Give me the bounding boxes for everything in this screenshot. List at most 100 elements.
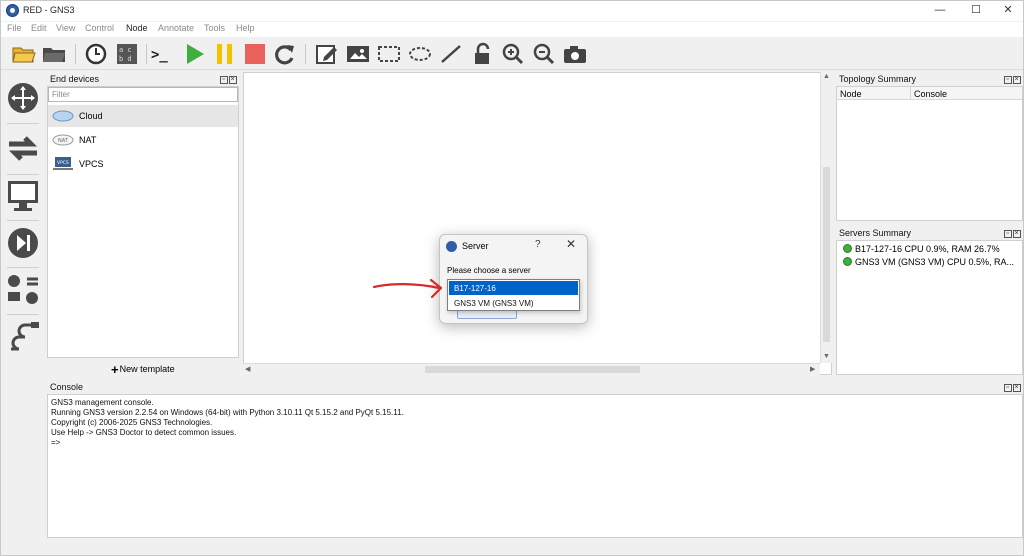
start-icon[interactable] — [182, 42, 208, 66]
router-icon[interactable] — [5, 79, 41, 117]
canvas-vertical-scrollbar[interactable]: ▲ ▼ — [820, 72, 832, 363]
end-devices-header: End devices ▫ × — [47, 73, 239, 86]
servers-summary-title: Servers Summary — [839, 228, 912, 238]
zoom-in-icon[interactable] — [500, 42, 526, 66]
topology-summary-panel: Node Console — [836, 86, 1023, 221]
link-icon[interactable] — [5, 319, 41, 357]
rectangle-icon[interactable] — [376, 42, 402, 66]
pause-icon[interactable] — [212, 42, 238, 66]
svg-text:b d: b d — [119, 55, 132, 63]
menu-annotate[interactable]: Annotate — [158, 23, 194, 33]
menu-help[interactable]: Help — [236, 23, 255, 33]
filter-input[interactable]: Filter — [48, 87, 238, 102]
dialog-title: Server — [462, 241, 489, 251]
gns3-window: RED - GNS3 — ☐ ✕ File Edit View Control … — [0, 0, 1024, 556]
close-panel-icon[interactable]: × — [1013, 230, 1021, 238]
annotation-arrow-icon — [372, 278, 443, 299]
stop-icon[interactable] — [242, 42, 268, 66]
server-option-gns3vm[interactable]: GNS3 VM (GNS3 VM) — [449, 296, 578, 310]
camera-icon[interactable] — [562, 42, 588, 66]
end-devices-panel: Filter Cloud NAT NAT VPCS VPCS — [47, 86, 239, 358]
float-icon[interactable]: ▫ — [220, 76, 228, 84]
help-button[interactable]: ? — [535, 239, 541, 250]
device-label: NAT — [79, 135, 97, 145]
image-icon[interactable] — [345, 42, 371, 66]
note-icon[interactable] — [314, 42, 340, 66]
device-label: Cloud — [79, 111, 103, 121]
end-device-icon[interactable] — [5, 177, 41, 215]
device-item-cloud[interactable]: Cloud — [48, 105, 238, 127]
console-prompt[interactable]: => — [51, 438, 1019, 448]
server-row[interactable]: GNS3 VM (GNS3 VM) CPU 0.5%, RA... — [843, 257, 1014, 267]
server-status-icon — [843, 257, 852, 266]
console-line: Running GNS3 version 2.2.54 on Windows (… — [51, 408, 404, 417]
cloud-icon — [52, 110, 74, 122]
menu-view[interactable]: View — [56, 23, 75, 33]
nat-icon: NAT — [52, 134, 74, 146]
server-option-b17[interactable]: B17-127-16 — [449, 281, 578, 295]
vpcs-icon: VPCS — [53, 157, 73, 170]
console-line: Copyright (c) 2006-2025 GNS3 Technologie… — [51, 418, 213, 427]
float-icon[interactable]: ▫ — [1004, 76, 1012, 84]
title-bar: RED - GNS3 — ☐ ✕ — [1, 1, 1023, 21]
svg-text:>_: >_ — [151, 47, 168, 63]
topology-columns: Node Console — [837, 87, 1022, 100]
snapshot-grid-icon[interactable]: a cb d — [114, 42, 140, 66]
topology-summary-title: Topology Summary — [839, 74, 917, 84]
float-icon[interactable]: ▫ — [1004, 384, 1012, 392]
menu-bar: File Edit View Control Node Annotate Too… — [1, 22, 1023, 37]
menu-edit[interactable]: Edit — [31, 23, 47, 33]
ellipse-icon[interactable] — [407, 42, 433, 66]
topology-canvas[interactable] — [243, 72, 832, 375]
line-icon[interactable] — [438, 42, 464, 66]
gns3-logo-icon — [6, 4, 19, 17]
svg-text:NAT: NAT — [58, 138, 69, 144]
window-title: RED - GNS3 — [23, 5, 75, 15]
svg-text:a c: a c — [119, 46, 132, 54]
folder-icon[interactable] — [41, 42, 67, 66]
canvas-horizontal-scrollbar[interactable]: ◀ ▶ — [243, 363, 820, 375]
menu-file[interactable]: File — [7, 23, 22, 33]
dialog-prompt: Please choose a server — [447, 266, 531, 275]
console-title: Console — [50, 382, 84, 392]
close-panel-icon[interactable]: × — [1013, 384, 1021, 392]
menu-node[interactable]: Node — [126, 23, 148, 33]
server-status-icon — [843, 244, 852, 253]
console-output[interactable]: GNS3 management console. Running GNS3 ve… — [47, 394, 1023, 538]
open-folder-icon[interactable] — [11, 42, 37, 66]
console-header: Console ▫ × — [47, 381, 1023, 394]
device-item-vpcs[interactable]: VPCS VPCS — [48, 153, 238, 175]
menu-control[interactable]: Control — [85, 23, 114, 33]
new-template-button[interactable]: +New template — [111, 362, 175, 377]
dialog-close-button[interactable]: ✕ — [566, 237, 576, 251]
close-panel-icon[interactable]: × — [1013, 76, 1021, 84]
device-item-nat[interactable]: NAT NAT — [48, 129, 238, 151]
reload-icon[interactable] — [272, 42, 298, 66]
close-panel-icon[interactable]: × — [229, 76, 237, 84]
topology-summary-header: Topology Summary ▫ × — [836, 73, 1023, 86]
close-button[interactable]: ✕ — [991, 1, 1024, 19]
clock-icon[interactable] — [83, 42, 109, 66]
server-dropdown-list[interactable]: B17-127-16 GNS3 VM (GNS3 VM) — [447, 279, 580, 311]
servers-summary-panel: B17-127-16 CPU 0.9%, RAM 26.7% GNS3 VM (… — [836, 240, 1023, 375]
switch-icon[interactable] — [5, 129, 41, 167]
console-line: Use Help -> GNS3 Doctor to detect common… — [51, 428, 237, 437]
zoom-out-icon[interactable] — [531, 42, 557, 66]
end-devices-title: End devices — [50, 74, 100, 84]
server-row[interactable]: B17-127-16 CPU 0.9%, RAM 26.7% — [843, 244, 1000, 254]
lock-icon[interactable] — [469, 42, 495, 66]
gns3-logo-icon — [446, 241, 457, 252]
all-devices-icon[interactable] — [5, 271, 41, 309]
toolbar: a cb d >_ — [1, 38, 1023, 70]
console-icon[interactable]: >_ — [150, 42, 176, 66]
column-node[interactable]: Node — [840, 89, 862, 99]
device-label: VPCS — [79, 159, 104, 169]
plus-icon: + — [111, 362, 119, 377]
security-device-icon[interactable] — [5, 224, 41, 262]
float-icon[interactable]: ▫ — [1004, 230, 1012, 238]
servers-summary-header: Servers Summary ▫ × — [836, 227, 1023, 240]
menu-tools[interactable]: Tools — [204, 23, 225, 33]
minimize-button[interactable]: — — [923, 1, 957, 19]
maximize-button[interactable]: ☐ — [959, 1, 993, 19]
column-console[interactable]: Console — [914, 89, 947, 99]
